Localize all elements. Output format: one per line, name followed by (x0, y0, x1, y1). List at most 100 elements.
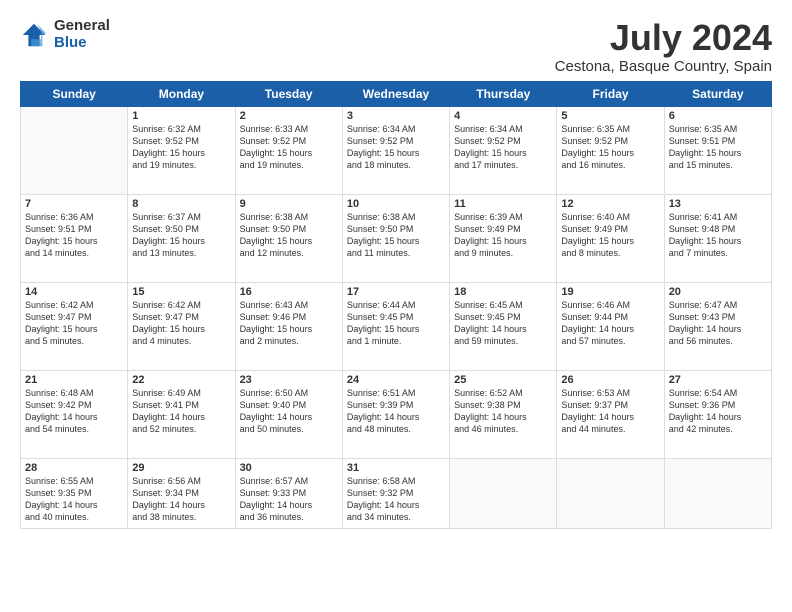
day-cell (21, 106, 128, 194)
cell-text: Sunrise: 6:55 AM Sunset: 9:35 PM Dayligh… (25, 475, 123, 524)
day-cell (664, 458, 771, 528)
day-cell: 24Sunrise: 6:51 AM Sunset: 9:39 PM Dayli… (342, 370, 449, 458)
cell-text: Sunrise: 6:41 AM Sunset: 9:48 PM Dayligh… (669, 211, 767, 260)
cell-text: Sunrise: 6:45 AM Sunset: 9:45 PM Dayligh… (454, 299, 552, 348)
day-cell: 29Sunrise: 6:56 AM Sunset: 9:34 PM Dayli… (128, 458, 235, 528)
day-cell: 5Sunrise: 6:35 AM Sunset: 9:52 PM Daylig… (557, 106, 664, 194)
day-cell: 30Sunrise: 6:57 AM Sunset: 9:33 PM Dayli… (235, 458, 342, 528)
cell-text: Sunrise: 6:32 AM Sunset: 9:52 PM Dayligh… (132, 123, 230, 172)
day-number: 14 (25, 286, 123, 298)
day-number: 2 (240, 110, 338, 122)
day-cell: 14Sunrise: 6:42 AM Sunset: 9:47 PM Dayli… (21, 282, 128, 370)
cell-text: Sunrise: 6:47 AM Sunset: 9:43 PM Dayligh… (669, 299, 767, 348)
cell-text: Sunrise: 6:42 AM Sunset: 9:47 PM Dayligh… (132, 299, 230, 348)
day-cell: 31Sunrise: 6:58 AM Sunset: 9:32 PM Dayli… (342, 458, 449, 528)
day-number: 11 (454, 198, 552, 210)
day-number: 15 (132, 286, 230, 298)
cell-text: Sunrise: 6:54 AM Sunset: 9:36 PM Dayligh… (669, 387, 767, 436)
day-number: 16 (240, 286, 338, 298)
day-number: 6 (669, 110, 767, 122)
cell-text: Sunrise: 6:33 AM Sunset: 9:52 PM Dayligh… (240, 123, 338, 172)
header-monday: Monday (128, 81, 235, 106)
day-number: 12 (561, 198, 659, 210)
day-number: 25 (454, 374, 552, 386)
day-number: 13 (669, 198, 767, 210)
logo-general-text: General (54, 18, 110, 35)
cell-text: Sunrise: 6:56 AM Sunset: 9:34 PM Dayligh… (132, 475, 230, 524)
cell-text: Sunrise: 6:35 AM Sunset: 9:52 PM Dayligh… (561, 123, 659, 172)
day-cell: 19Sunrise: 6:46 AM Sunset: 9:44 PM Dayli… (557, 282, 664, 370)
day-cell: 8Sunrise: 6:37 AM Sunset: 9:50 PM Daylig… (128, 194, 235, 282)
cell-text: Sunrise: 6:36 AM Sunset: 9:51 PM Dayligh… (25, 211, 123, 260)
cell-text: Sunrise: 6:50 AM Sunset: 9:40 PM Dayligh… (240, 387, 338, 436)
header-saturday: Saturday (664, 81, 771, 106)
day-number: 19 (561, 286, 659, 298)
day-cell: 11Sunrise: 6:39 AM Sunset: 9:49 PM Dayli… (450, 194, 557, 282)
cell-text: Sunrise: 6:43 AM Sunset: 9:46 PM Dayligh… (240, 299, 338, 348)
day-cell: 9Sunrise: 6:38 AM Sunset: 9:50 PM Daylig… (235, 194, 342, 282)
cell-text: Sunrise: 6:48 AM Sunset: 9:42 PM Dayligh… (25, 387, 123, 436)
day-cell: 13Sunrise: 6:41 AM Sunset: 9:48 PM Dayli… (664, 194, 771, 282)
logo: General Blue (20, 18, 110, 51)
day-number: 9 (240, 198, 338, 210)
cell-text: Sunrise: 6:42 AM Sunset: 9:47 PM Dayligh… (25, 299, 123, 348)
day-cell: 22Sunrise: 6:49 AM Sunset: 9:41 PM Dayli… (128, 370, 235, 458)
cell-text: Sunrise: 6:38 AM Sunset: 9:50 PM Dayligh… (347, 211, 445, 260)
header-friday: Friday (557, 81, 664, 106)
header-wednesday: Wednesday (342, 81, 449, 106)
cell-text: Sunrise: 6:39 AM Sunset: 9:49 PM Dayligh… (454, 211, 552, 260)
day-cell: 7Sunrise: 6:36 AM Sunset: 9:51 PM Daylig… (21, 194, 128, 282)
day-number: 24 (347, 374, 445, 386)
page: General Blue July 2024 Cestona, Basque C… (0, 0, 792, 612)
day-cell: 17Sunrise: 6:44 AM Sunset: 9:45 PM Dayli… (342, 282, 449, 370)
cell-text: Sunrise: 6:40 AM Sunset: 9:49 PM Dayligh… (561, 211, 659, 260)
header-thursday: Thursday (450, 81, 557, 106)
cell-text: Sunrise: 6:58 AM Sunset: 9:32 PM Dayligh… (347, 475, 445, 524)
cell-text: Sunrise: 6:34 AM Sunset: 9:52 PM Dayligh… (454, 123, 552, 172)
day-number: 26 (561, 374, 659, 386)
day-cell: 15Sunrise: 6:42 AM Sunset: 9:47 PM Dayli… (128, 282, 235, 370)
day-cell: 25Sunrise: 6:52 AM Sunset: 9:38 PM Dayli… (450, 370, 557, 458)
day-cell: 20Sunrise: 6:47 AM Sunset: 9:43 PM Dayli… (664, 282, 771, 370)
title-block: July 2024 Cestona, Basque Country, Spain (555, 18, 772, 75)
header-row: Sunday Monday Tuesday Wednesday Thursday… (21, 81, 772, 106)
day-number: 31 (347, 462, 445, 474)
day-cell: 12Sunrise: 6:40 AM Sunset: 9:49 PM Dayli… (557, 194, 664, 282)
logo-text: General Blue (54, 18, 110, 51)
day-cell: 3Sunrise: 6:34 AM Sunset: 9:52 PM Daylig… (342, 106, 449, 194)
day-cell: 4Sunrise: 6:34 AM Sunset: 9:52 PM Daylig… (450, 106, 557, 194)
day-cell: 18Sunrise: 6:45 AM Sunset: 9:45 PM Dayli… (450, 282, 557, 370)
header-sunday: Sunday (21, 81, 128, 106)
cell-text: Sunrise: 6:44 AM Sunset: 9:45 PM Dayligh… (347, 299, 445, 348)
header: General Blue July 2024 Cestona, Basque C… (20, 18, 772, 75)
cell-text: Sunrise: 6:35 AM Sunset: 9:51 PM Dayligh… (669, 123, 767, 172)
day-number: 28 (25, 462, 123, 474)
day-number: 29 (132, 462, 230, 474)
cell-text: Sunrise: 6:49 AM Sunset: 9:41 PM Dayligh… (132, 387, 230, 436)
cell-text: Sunrise: 6:37 AM Sunset: 9:50 PM Dayligh… (132, 211, 230, 260)
day-cell: 28Sunrise: 6:55 AM Sunset: 9:35 PM Dayli… (21, 458, 128, 528)
day-cell: 1Sunrise: 6:32 AM Sunset: 9:52 PM Daylig… (128, 106, 235, 194)
header-tuesday: Tuesday (235, 81, 342, 106)
day-number: 10 (347, 198, 445, 210)
day-number: 21 (25, 374, 123, 386)
cell-text: Sunrise: 6:38 AM Sunset: 9:50 PM Dayligh… (240, 211, 338, 260)
day-number: 22 (132, 374, 230, 386)
calendar-table: Sunday Monday Tuesday Wednesday Thursday… (20, 81, 772, 529)
subtitle: Cestona, Basque Country, Spain (555, 58, 772, 75)
cell-text: Sunrise: 6:52 AM Sunset: 9:38 PM Dayligh… (454, 387, 552, 436)
day-cell: 2Sunrise: 6:33 AM Sunset: 9:52 PM Daylig… (235, 106, 342, 194)
day-number: 8 (132, 198, 230, 210)
day-cell: 26Sunrise: 6:53 AM Sunset: 9:37 PM Dayli… (557, 370, 664, 458)
day-cell (557, 458, 664, 528)
cell-text: Sunrise: 6:57 AM Sunset: 9:33 PM Dayligh… (240, 475, 338, 524)
day-cell: 10Sunrise: 6:38 AM Sunset: 9:50 PM Dayli… (342, 194, 449, 282)
cell-text: Sunrise: 6:46 AM Sunset: 9:44 PM Dayligh… (561, 299, 659, 348)
day-number: 18 (454, 286, 552, 298)
day-number: 17 (347, 286, 445, 298)
day-number: 5 (561, 110, 659, 122)
day-cell: 6Sunrise: 6:35 AM Sunset: 9:51 PM Daylig… (664, 106, 771, 194)
day-number: 20 (669, 286, 767, 298)
day-cell: 16Sunrise: 6:43 AM Sunset: 9:46 PM Dayli… (235, 282, 342, 370)
cell-text: Sunrise: 6:51 AM Sunset: 9:39 PM Dayligh… (347, 387, 445, 436)
